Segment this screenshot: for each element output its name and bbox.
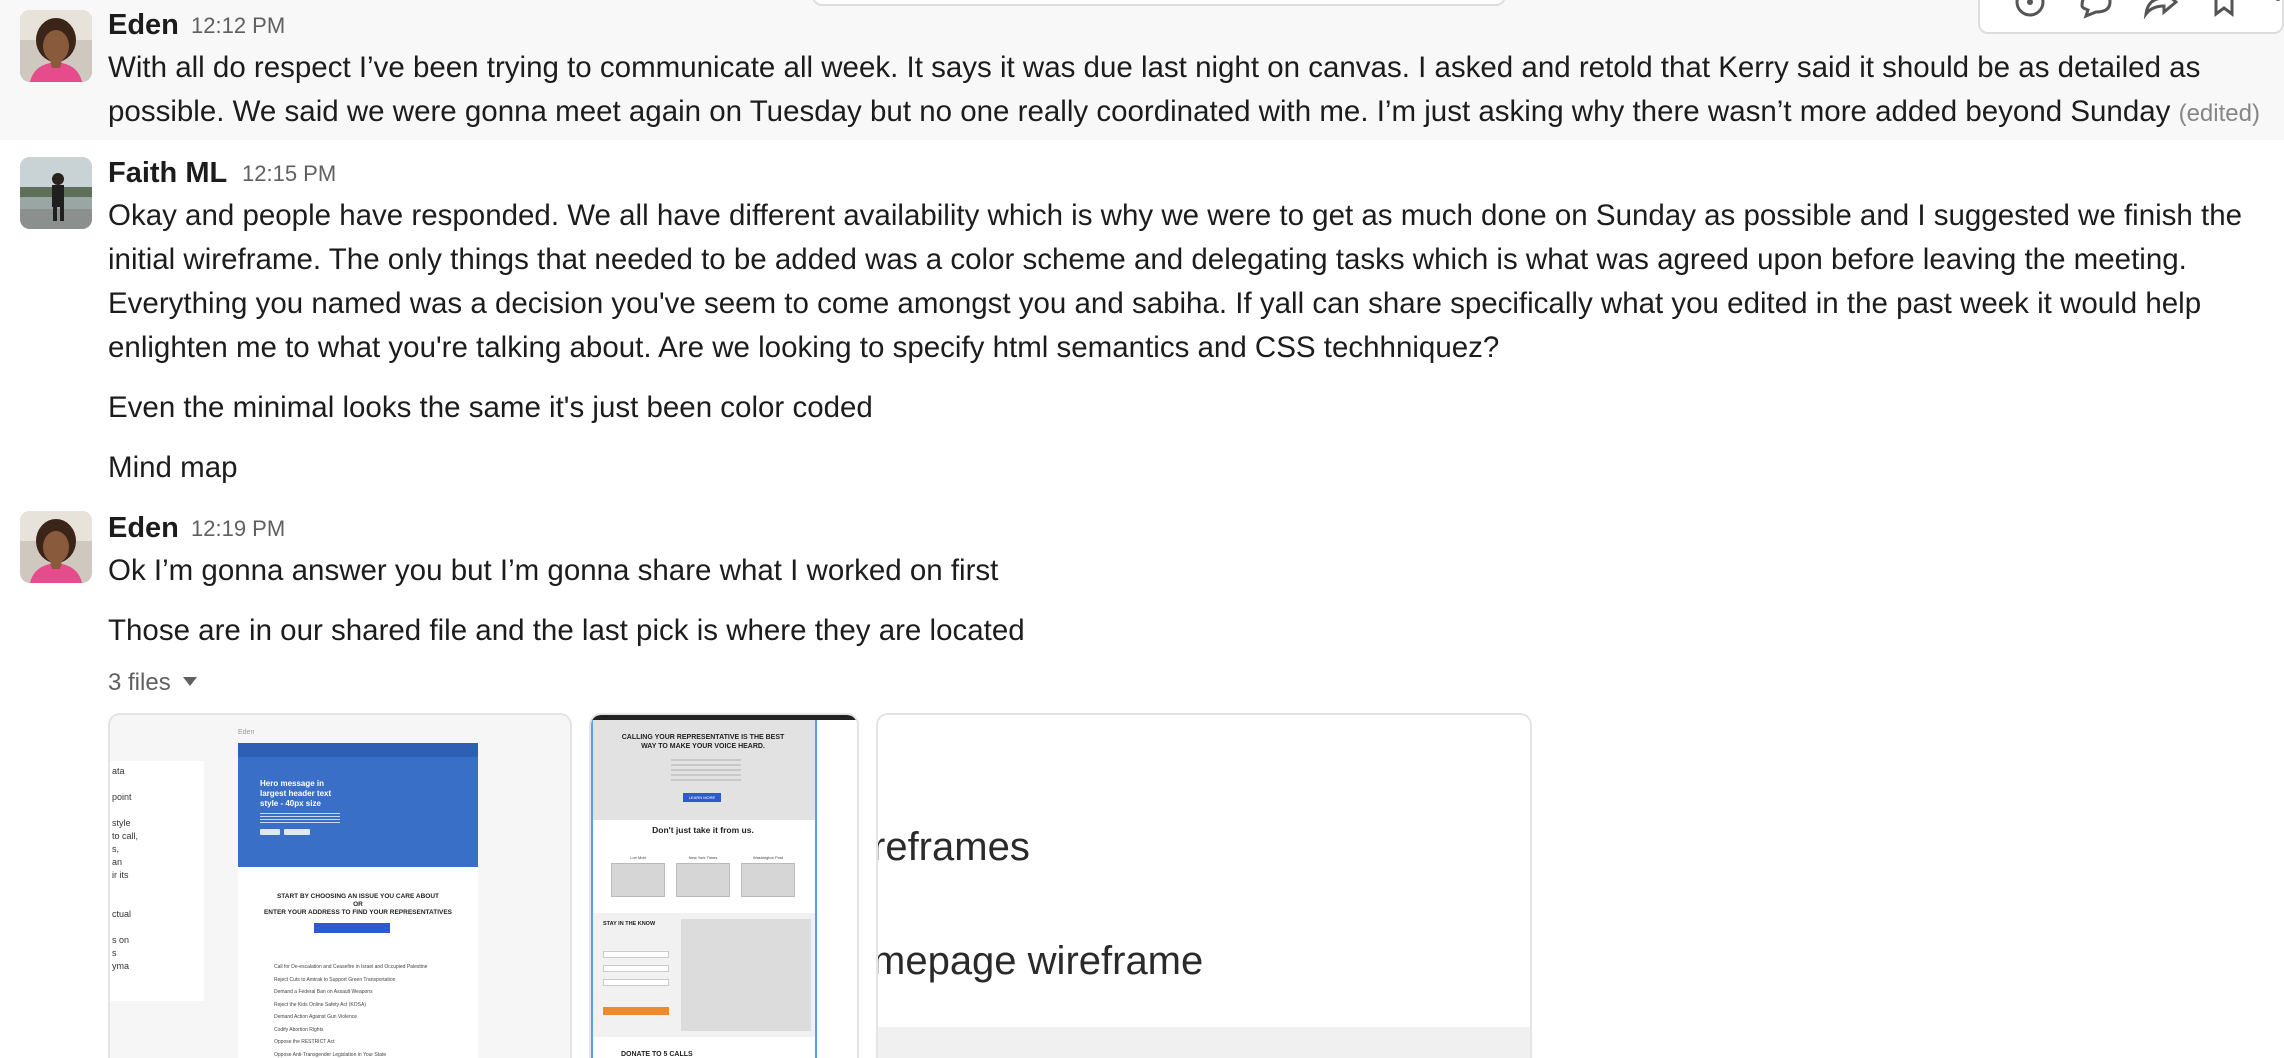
edited-label: (edited) <box>2178 100 2260 127</box>
selection-outline <box>591 720 817 1058</box>
thumb-sidebar-line <box>112 778 202 791</box>
address-search-bar <box>314 923 390 933</box>
forward-icon[interactable] <box>2142 0 2179 20</box>
message-text-line: With all do respect I’ve been trying to … <box>108 51 2201 84</box>
timestamp[interactable]: 12:19 PM <box>191 512 285 546</box>
chevron-down-icon <box>182 677 197 687</box>
thumb-sidebar-line: to call, <box>112 831 139 841</box>
more-actions-icon[interactable] <box>2260 0 2281 20</box>
avatar-faith-ml[interactable] <box>20 157 92 229</box>
thumb-sidebar-line: s, <box>112 844 120 854</box>
thumb-text-wireframes: reframes <box>876 825 1030 869</box>
file-thumbnail-2[interactable]: CALLING YOUR REPRESENTATIVE IS THE BEST … <box>589 713 859 1058</box>
message-text-line: Okay and people have responded. We all h… <box>108 199 2243 232</box>
thumb-text-homepage-wireframe: mepage wireframe <box>876 939 1204 983</box>
message-text: possible. We said we were gonna meet aga… <box>108 95 2171 128</box>
message-text-line: possible. We said we were gonna meet aga… <box>108 90 2260 136</box>
message-followup: Even the minimal looks the same it's jus… <box>108 391 873 424</box>
thumb-sidebar-line: point <box>112 792 132 802</box>
thumb-sidebar-line: yma <box>112 961 130 971</box>
hero-button <box>260 829 280 835</box>
add-reaction-icon[interactable] <box>2012 0 2048 20</box>
file-thumbnail-3[interactable]: reframes mepage wireframe <box>876 713 1532 1058</box>
thumb-sidebar-line <box>112 895 202 908</box>
cta-heading: START BY CHOOSING AN ISSUE YOU CARE ABOU… <box>263 893 453 916</box>
avatar-eden[interactable] <box>20 10 92 82</box>
overlay-panel-edge <box>812 0 1506 6</box>
navbar <box>238 743 478 757</box>
thumb-sidebar-text: ata point style to call, s, an ir its ctual … <box>110 761 204 1001</box>
wireframe-page: Hero message in largest header text styl… <box>238 743 478 1058</box>
thumb-sidebar-line: an <box>112 857 123 867</box>
message-faith-ml[interactable]: Faith ML 12:15 PM Okay and people have r… <box>0 140 2284 508</box>
thumb-sidebar-line: s on <box>112 935 130 945</box>
thumb-sidebar-line <box>112 804 202 817</box>
thumb-sidebar-line: style <box>112 818 131 828</box>
author-name[interactable]: Eden <box>108 8 179 42</box>
timestamp[interactable]: 12:15 PM <box>242 157 336 191</box>
hero-body <box>260 813 340 825</box>
message-followup: Those are in our shared file and the las… <box>108 614 1025 647</box>
reply-in-thread-icon[interactable] <box>2078 0 2114 20</box>
message-followup: Mind map <box>108 451 238 484</box>
thumb-sidebar-line: ctual <box>112 909 132 919</box>
message-actions-toolbar <box>1978 0 2284 34</box>
message-text-line: Everything you named was a decision you'… <box>108 287 2202 320</box>
file-thumbnail-1[interactable]: ata point style to call, s, an ir its ctual … <box>108 713 572 1058</box>
author-name[interactable]: Eden <box>108 511 179 545</box>
thumb-sidebar-line: ata <box>112 766 125 776</box>
thumb-sidebar-line: ir its <box>112 870 129 880</box>
message-text-line: enlighten me to what you're talking abou… <box>108 331 1500 364</box>
thumb-footer-band <box>878 1027 1530 1058</box>
thumb-sidebar-line <box>112 921 202 934</box>
message-eden-1[interactable]: Eden 12:12 PM With all do respect I’ve b… <box>0 0 2284 140</box>
timestamp[interactable]: 12:12 PM <box>191 9 285 43</box>
thumb-page-label: Eden <box>238 729 255 736</box>
hero-button <box>284 829 310 835</box>
message-text-line: Ok I’m gonna answer you but I’m gonna sh… <box>108 554 999 587</box>
thumb-sidebar-line <box>112 882 202 895</box>
message-text-line: initial wireframe. The only things that … <box>108 243 2187 276</box>
author-name[interactable]: Faith ML <box>108 156 227 190</box>
avatar-eden[interactable] <box>20 511 92 583</box>
files-toggle[interactable]: 3 files <box>108 666 197 700</box>
bookmark-icon[interactable] <box>2206 0 2242 20</box>
files-count-label: 3 files <box>108 669 171 696</box>
issue-list: Call for De-escalation and Ceasefire in … <box>274 964 428 1058</box>
hero-title: Hero message in largest header text styl… <box>260 779 332 808</box>
thumb-sidebar-line: s <box>112 948 117 958</box>
